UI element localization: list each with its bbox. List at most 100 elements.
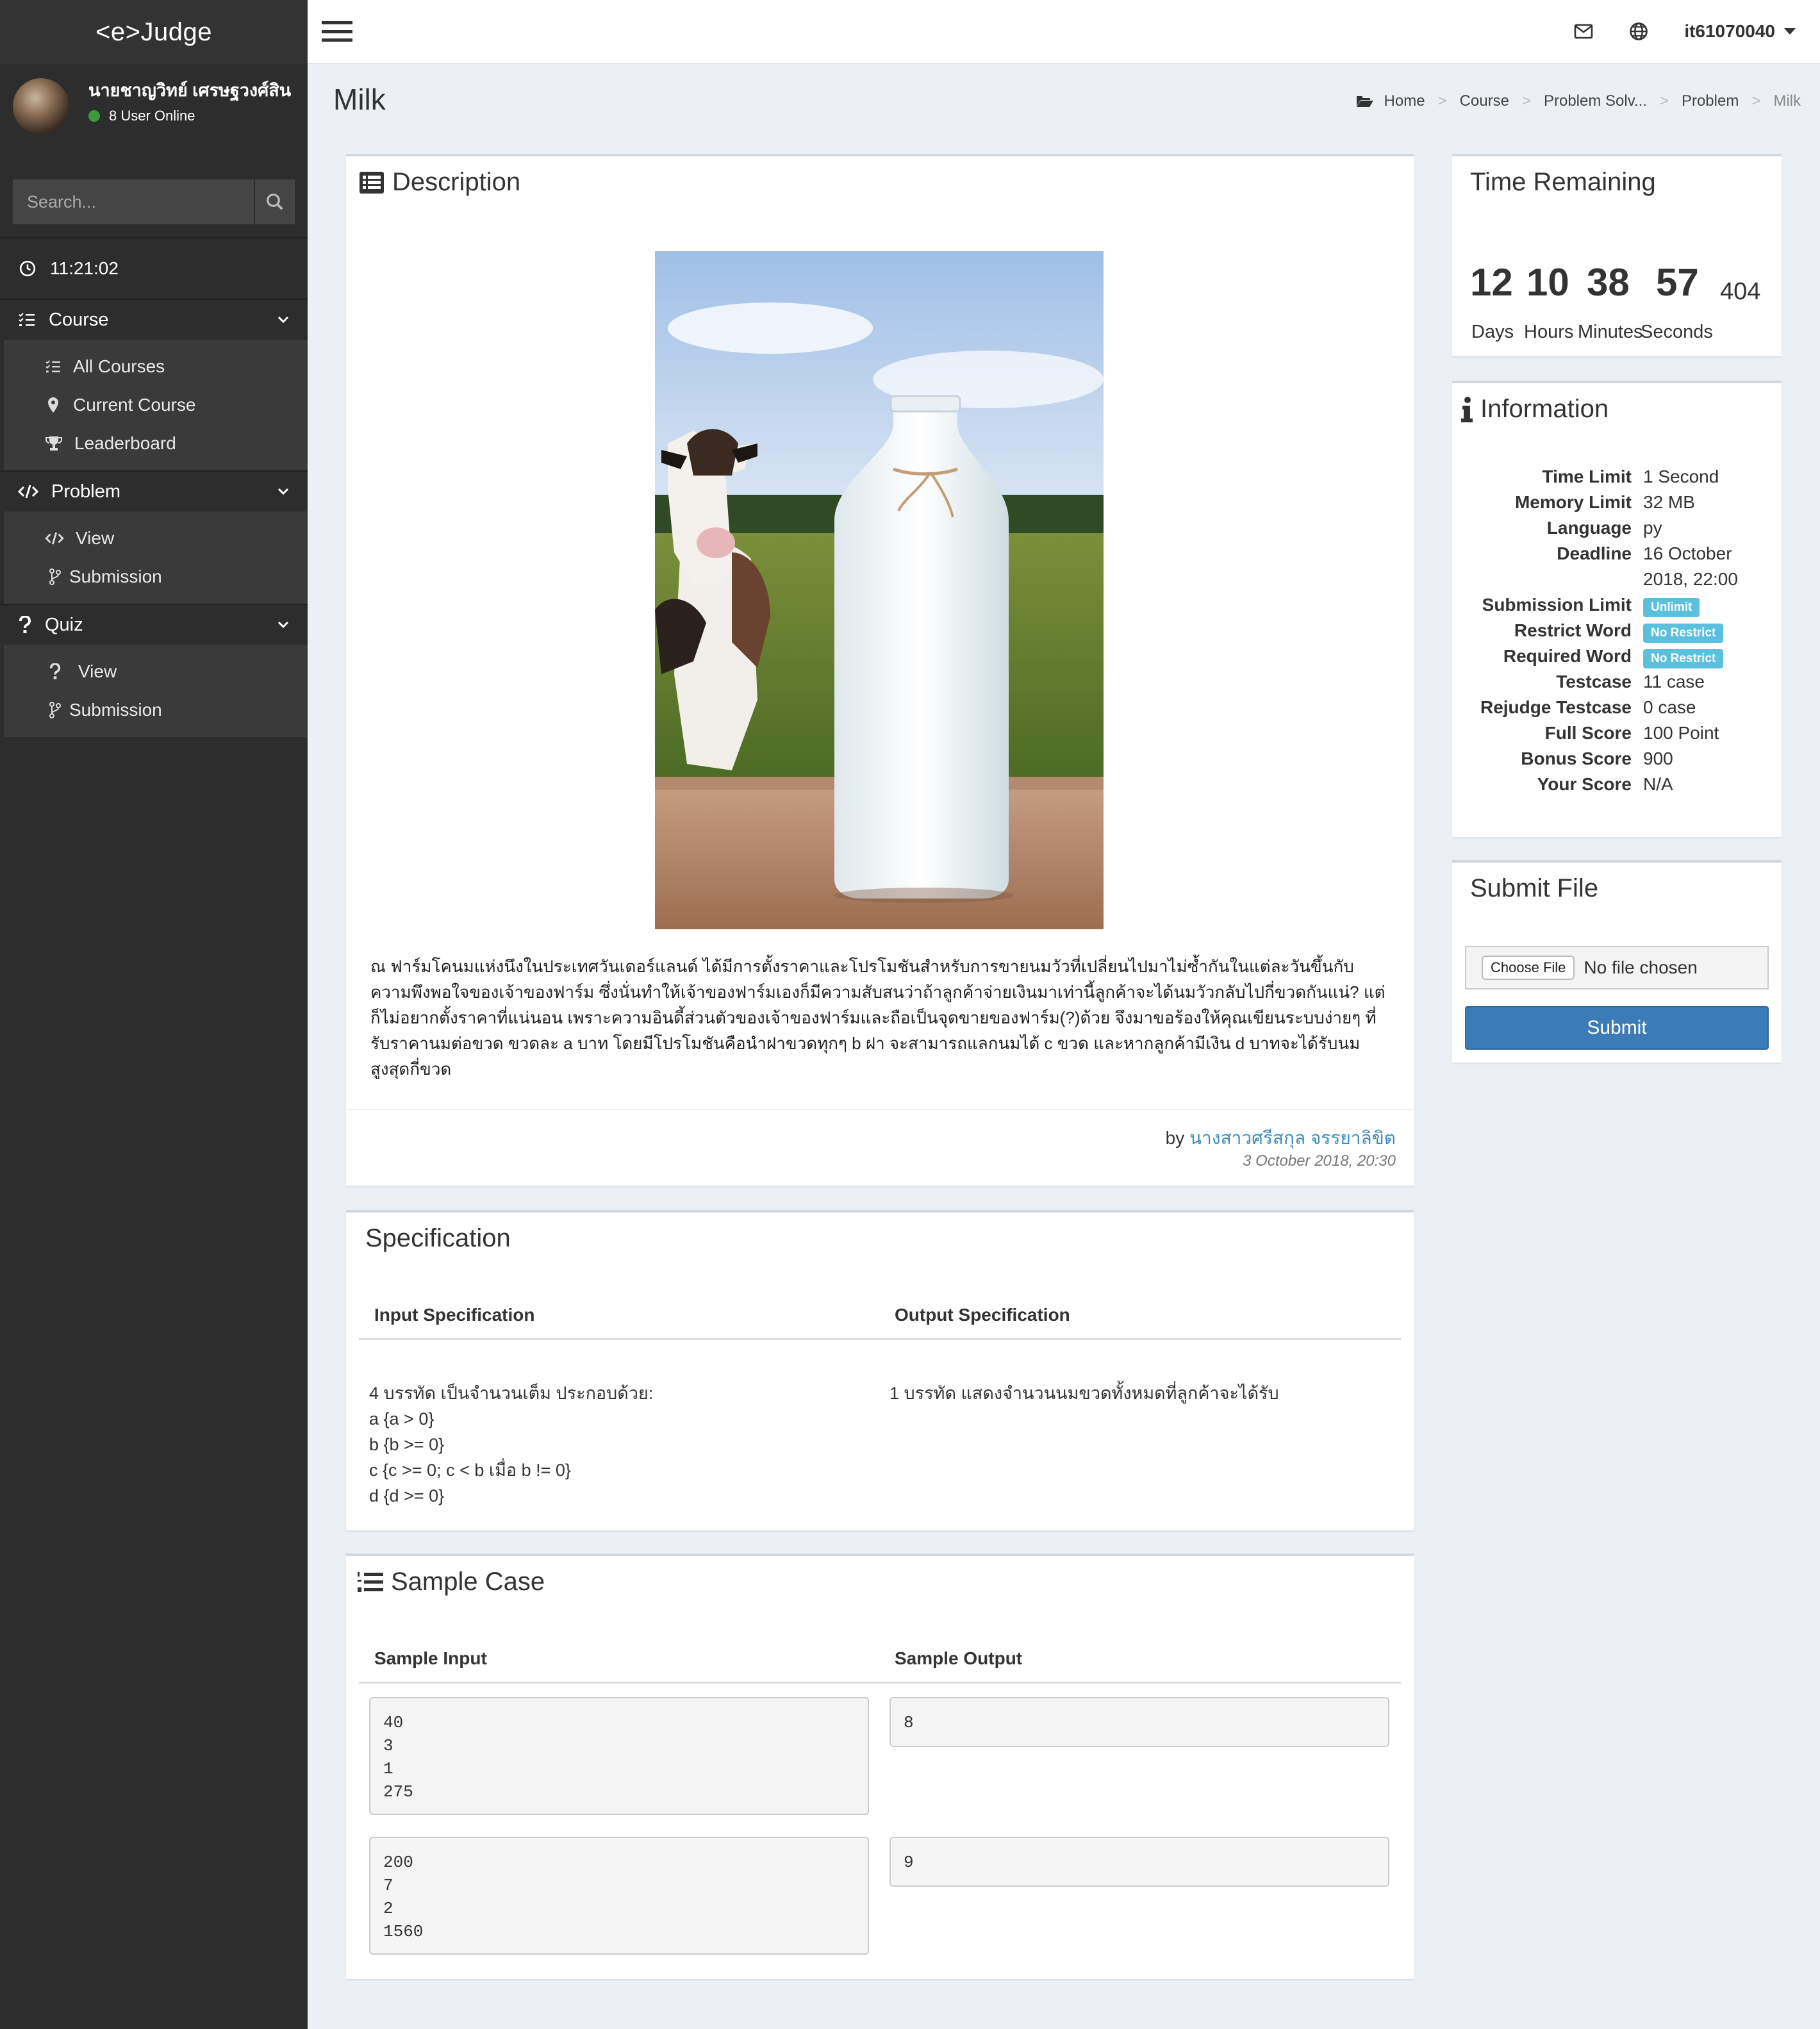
- quiz-submenu: View Submission: [0, 645, 308, 737]
- sidebar-item-label: Quiz: [45, 614, 83, 635]
- submit-button[interactable]: Submit: [1465, 1006, 1769, 1050]
- info-value: 900: [1643, 749, 1673, 768]
- sample-input-1[interactable]: 40 3 1 275: [369, 1697, 869, 1815]
- sample-input-header: Sample Input: [374, 1648, 487, 1668]
- input-spec-line: c {c >= 0; c < b เมื่อ b != 0}: [369, 1461, 571, 1480]
- info-value: 1 Second: [1643, 467, 1719, 486]
- info-value: N/A: [1643, 774, 1673, 794]
- information-box: Information Time Limit 1 Second Memory Li…: [1452, 381, 1782, 837]
- search-input[interactable]: [13, 179, 254, 224]
- choose-file-button[interactable]: Choose File: [1482, 956, 1575, 980]
- info-value: 100 Point: [1643, 723, 1719, 743]
- info-icon: [1461, 396, 1473, 422]
- sidebar-item-quiz[interactable]: Quiz: [0, 604, 308, 645]
- timer-milliseconds: 404: [1720, 278, 1761, 305]
- page-title: Milk: [333, 83, 386, 116]
- search-button[interactable]: [254, 179, 295, 224]
- input-spec-line: d {d >= 0}: [369, 1486, 445, 1505]
- sidebar-item-label: View: [78, 661, 117, 681]
- chevron-down-icon: [277, 621, 289, 629]
- mail-icon[interactable]: [1574, 24, 1593, 39]
- info-value-line2: 2018, 22:00: [1643, 569, 1738, 589]
- online-status: 8 User Online: [88, 108, 291, 124]
- info-row-required-word: Required Word No Restrict: [1452, 646, 1782, 672]
- timer-label-hours: Hours: [1524, 322, 1574, 342]
- clock-icon: [19, 260, 36, 277]
- globe-icon[interactable]: [1629, 22, 1648, 41]
- description-box: Description ณ ฟาร์มโคนมแห่งนึงในประเทศวั…: [346, 154, 1414, 1186]
- app-logo[interactable]: <e>Judge: [0, 0, 308, 64]
- clock: 11:21:02: [0, 237, 308, 299]
- list-icon: [46, 360, 60, 373]
- menu-toggle-icon[interactable]: [322, 19, 352, 44]
- information-header: Information: [1461, 395, 1609, 424]
- author-link[interactable]: นางสาวศรีสกุล จรรยาลิขิต: [1189, 1128, 1396, 1148]
- user-menu[interactable]: it61070040: [1684, 21, 1796, 42]
- post-date: 3 October 2018, 20:30: [1243, 1152, 1396, 1170]
- input-spec-line: 4 บรรทัด เป็นจำนวนเต็ม ประกอบด้วย:: [369, 1384, 654, 1403]
- sample-output-header: Sample Output: [895, 1648, 1023, 1668]
- online-count: 8 User Online: [109, 108, 195, 124]
- problem-submenu: View Submission: [0, 511, 308, 604]
- sidebar-item-leaderboard[interactable]: Leaderboard: [4, 424, 308, 463]
- output-spec-header: Output Specification: [895, 1305, 1070, 1325]
- output-spec-text: 1 บรรทัด แสดงจำนวนนมขวดทั้งหมดที่ลูกค้าจ…: [889, 1384, 1279, 1403]
- info-key: Testcase: [1556, 672, 1632, 692]
- search-icon: [267, 194, 283, 210]
- info-row-restrict-word: Restrict Word No Restrict: [1452, 620, 1782, 646]
- problem-statement: ณ ฟาร์มโคนมแห่งนึงในประเทศวันเดอร์แลนด์ …: [370, 957, 1386, 1079]
- top-navbar: it61070040: [308, 0, 1820, 64]
- file-name-text: No file chosen: [1584, 957, 1698, 977]
- sidebar-search: [13, 179, 295, 224]
- sample-input-2[interactable]: 200 7 2 1560: [369, 1837, 869, 1955]
- caret-down-icon: [1784, 28, 1796, 35]
- sidebar-item-course[interactable]: Course: [0, 299, 308, 340]
- user-panel: นายชาญวิทย์ เศรษฐวงศ์สิน 8 User Online: [0, 64, 308, 159]
- info-key: Your Score: [1537, 774, 1632, 794]
- sidebar-item-label: View: [76, 528, 115, 548]
- sidebar-item-current-course[interactable]: Current Course: [4, 386, 308, 424]
- chevron-down-icon: [277, 488, 289, 495]
- breadcrumb-problem-set[interactable]: Problem Solv...: [1544, 92, 1647, 110]
- sidebar-item-problem-submission[interactable]: Submission: [4, 558, 308, 596]
- problem-image: [655, 251, 1104, 929]
- sidebar-item-label: Submission: [69, 567, 162, 586]
- sidebar-item-quiz-submission[interactable]: Submission: [4, 691, 308, 729]
- sidebar-item-problem-view[interactable]: View: [4, 519, 308, 558]
- info-row-your-score: Your Score N/A: [1452, 774, 1782, 800]
- author-prefix: by: [1165, 1128, 1185, 1148]
- info-key: Memory Limit: [1514, 492, 1632, 512]
- description-header: Description: [359, 168, 520, 197]
- user-name: นายชาญวิทย์ เศรษฐวงศ์สิน: [88, 81, 292, 100]
- info-value: 0 case: [1643, 697, 1696, 717]
- info-row-testcase: Testcase 11 case: [1452, 672, 1782, 697]
- breadcrumb-problem[interactable]: Problem: [1682, 92, 1739, 110]
- spec-header-divider: [359, 1338, 1401, 1340]
- info-key: Bonus Score: [1521, 749, 1632, 768]
- breadcrumb-home[interactable]: Home: [1384, 92, 1425, 110]
- sidebar-item-problem[interactable]: Problem: [0, 470, 308, 511]
- sample-output-1[interactable]: 8: [889, 1697, 1389, 1747]
- timer-label-minutes: Minutes: [1578, 322, 1643, 342]
- sidebar-item-quiz-view[interactable]: View: [4, 652, 308, 691]
- sample-output-2[interactable]: 9: [889, 1837, 1389, 1887]
- timer-hours: 10: [1526, 261, 1569, 304]
- breadcrumb-course[interactable]: Course: [1460, 92, 1509, 110]
- info-value: 16 October: [1643, 543, 1732, 563]
- sidebar: <e>Judge นายชาญวิทย์ เศรษฐวงศ์สิน 8 User…: [0, 0, 308, 2029]
- code-icon: [18, 484, 38, 499]
- code-branch-icon: [49, 568, 61, 585]
- sidebar-item-label: Current Course: [73, 395, 196, 415]
- sample-case-box: Sample Case Sample Input Sample Output 4…: [346, 1553, 1414, 1979]
- timer-label-days: Days: [1471, 322, 1514, 342]
- breadcrumb: Home > Course > Problem Solv... > Proble…: [1356, 92, 1801, 110]
- course-submenu: All Courses Current Course Leaderboard: [0, 340, 308, 470]
- submit-file-title: Submit File: [1470, 874, 1599, 902]
- sample-case-header: Sample Case: [358, 1568, 545, 1596]
- question-icon: [19, 616, 31, 633]
- file-input[interactable]: Choose File No file chosen: [1465, 946, 1769, 990]
- timer-label-seconds: Seconds: [1641, 322, 1713, 342]
- info-key: Restrict Word: [1514, 620, 1632, 640]
- sidebar-item-label: All Courses: [73, 356, 165, 376]
- sidebar-item-all-courses[interactable]: All Courses: [4, 347, 308, 386]
